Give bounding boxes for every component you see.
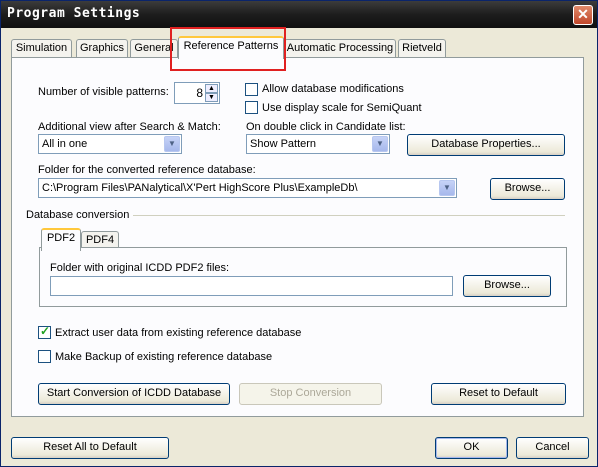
visible-patterns-value: 8 bbox=[196, 86, 203, 100]
use-display-scale-checkbox[interactable] bbox=[245, 101, 258, 114]
make-backup-label: Make Backup of existing reference databa… bbox=[55, 351, 273, 363]
folder-value: C:\Program Files\PANalytical\X'Pert High… bbox=[42, 182, 358, 194]
pdf2-folder-input[interactable] bbox=[50, 276, 453, 296]
make-backup-checkbox[interactable] bbox=[38, 350, 51, 363]
spin-down-icon[interactable]: ▼ bbox=[205, 93, 218, 102]
extract-user-data-label: Extract user data from existing referenc… bbox=[55, 327, 302, 339]
spin-up-icon[interactable]: ▲ bbox=[205, 84, 218, 93]
pdf2-folder-label: Folder with original ICDD PDF2 files: bbox=[50, 262, 230, 274]
tab-pdf2[interactable]: PDF2 bbox=[41, 228, 81, 251]
chevron-down-icon[interactable]: ▼ bbox=[372, 136, 388, 152]
program-settings-window: Program Settings ✕ Simulation Graphics G… bbox=[0, 0, 598, 467]
tab-automatic-processing[interactable]: Automatic Processing bbox=[284, 39, 396, 58]
cancel-button[interactable]: Cancel bbox=[516, 437, 589, 459]
chevron-down-icon[interactable]: ▼ bbox=[439, 180, 455, 196]
folder-label: Folder for the converted reference datab… bbox=[38, 164, 256, 176]
pdf2-browse-button[interactable]: Browse... bbox=[463, 275, 551, 297]
reset-to-default-button[interactable]: Reset to Default bbox=[431, 383, 566, 405]
tab-rietveld[interactable]: Rietveld bbox=[398, 39, 446, 58]
double-click-value: Show Pattern bbox=[250, 138, 317, 150]
additional-view-value: All in one bbox=[42, 138, 88, 150]
visible-patterns-stepper[interactable]: 8 ▲ ▼ bbox=[174, 82, 220, 104]
allow-db-modifications-checkbox[interactable] bbox=[245, 83, 258, 96]
window-title: Program Settings bbox=[7, 6, 141, 21]
double-click-select[interactable]: Show Pattern ▼ bbox=[246, 134, 390, 154]
database-properties-button[interactable]: Database Properties... bbox=[407, 134, 565, 156]
tab-graphics[interactable]: Graphics bbox=[76, 39, 128, 58]
chevron-down-icon[interactable]: ▼ bbox=[164, 136, 180, 152]
stop-conversion-button[interactable]: Stop Conversion bbox=[239, 383, 382, 405]
ok-button[interactable]: OK bbox=[435, 437, 508, 459]
double-click-label: On double click in Candidate list: bbox=[246, 121, 406, 133]
folder-select[interactable]: C:\Program Files\PANalytical\X'Pert High… bbox=[38, 178, 457, 198]
start-conversion-button[interactable]: Start Conversion of ICDD Database bbox=[38, 383, 230, 405]
visible-patterns-label: Number of visible patterns: bbox=[38, 86, 169, 98]
database-conversion-title: Database conversion bbox=[26, 209, 130, 221]
reset-all-button[interactable]: Reset All to Default bbox=[11, 437, 169, 459]
extract-user-data-checkbox[interactable] bbox=[38, 324, 51, 339]
allow-db-modifications-label: Allow database modifications bbox=[262, 83, 404, 95]
close-icon[interactable]: ✕ bbox=[573, 5, 593, 25]
additional-view-label: Additional view after Search & Match: bbox=[38, 121, 221, 133]
annotation-highlight-box bbox=[170, 27, 286, 71]
additional-view-select[interactable]: All in one ▼ bbox=[38, 134, 182, 154]
title-bar[interactable]: Program Settings ✕ bbox=[1, 1, 597, 28]
folder-browse-button[interactable]: Browse... bbox=[490, 178, 565, 200]
database-conversion-divider bbox=[133, 215, 565, 216]
tab-simulation[interactable]: Simulation bbox=[11, 39, 72, 58]
use-display-scale-label: Use display scale for SemiQuant bbox=[262, 102, 422, 114]
